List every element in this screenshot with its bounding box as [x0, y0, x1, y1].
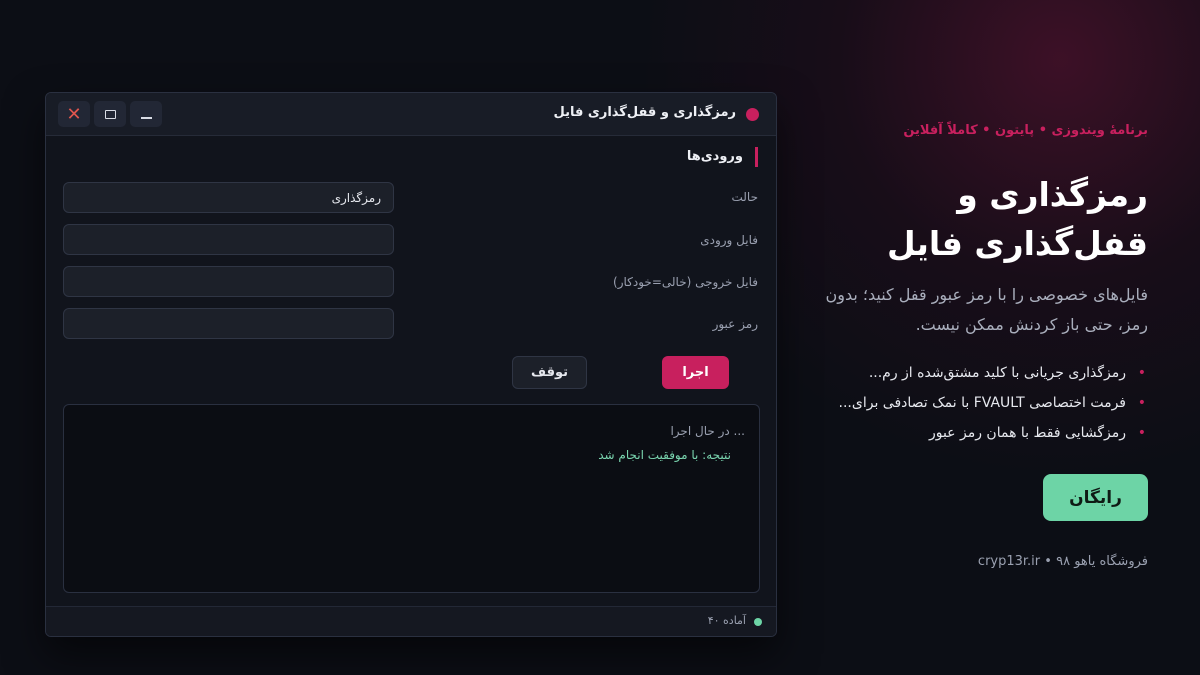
footer-credit: فروشگاه یاهو ۹۸ • cryp13r.ir	[977, 554, 1148, 569]
password-field[interactable]	[63, 308, 394, 339]
bullet-icon: •	[1137, 365, 1146, 381]
output-file-label: فایل خروجی (خالی=خودکار)	[613, 275, 758, 289]
feature-list: • رمزگذاری جریانی با کلید مشتق‌شده از رم…	[788, 358, 1148, 448]
promo-kicker: برنامهٔ ویندوزی • پایتون • کاملاً آفلاین	[903, 123, 1148, 138]
bullet-icon: •	[1137, 425, 1146, 441]
window-title: رمزگذاری و قفل‌گذاری فایل	[553, 105, 736, 120]
feature-text: رمزگشایی فقط با همان رمز عبور	[928, 425, 1126, 441]
minimize-icon	[140, 117, 152, 119]
stop-button[interactable]: توقف	[512, 356, 587, 389]
log-output[interactable]: ... در حال اجرا نتیجه: با موفقیت انجام ش…	[63, 404, 760, 593]
mode-field[interactable]	[63, 182, 394, 213]
status-dot-icon	[754, 618, 762, 626]
status-bar: آماده ۴۰	[46, 606, 776, 636]
log-line-running: ... در حال اجرا	[670, 424, 745, 438]
inputs-section-title: ورودی‌ها	[687, 147, 758, 167]
maximize-button[interactable]	[94, 101, 126, 127]
close-icon: ✕	[66, 103, 82, 125]
promo-headline: رمزگذاری و قفل‌گذاری فایل	[887, 175, 1148, 263]
minimize-button[interactable]	[130, 101, 162, 127]
feature-text: فرمت اختصاصی FVAULT با نمک تصادفی برای..…	[838, 395, 1126, 411]
app-dot-icon	[746, 108, 759, 121]
free-download-button[interactable]: رایگان	[1043, 474, 1148, 521]
bullet-icon: •	[1137, 395, 1146, 411]
maximize-icon	[104, 109, 116, 119]
input-file-field[interactable]	[63, 224, 394, 255]
feature-item: • رمزگشایی فقط با همان رمز عبور	[788, 418, 1148, 448]
password-label: رمز عبور	[712, 317, 758, 331]
log-line-result: نتیجه: با موفقیت انجام شد	[598, 448, 731, 462]
app-window: رمزگذاری و قفل‌گذاری فایل ✕ ورودی‌ها حال…	[45, 92, 777, 637]
feature-text: رمزگذاری جریانی با کلید مشتق‌شده از رم..…	[868, 365, 1126, 381]
feature-item: • رمزگذاری جریانی با کلید مشتق‌شده از رم…	[788, 358, 1148, 388]
title-bar[interactable]: رمزگذاری و قفل‌گذاری فایل ✕	[46, 93, 776, 136]
run-button[interactable]: اجرا	[662, 356, 729, 389]
close-button[interactable]: ✕	[58, 101, 90, 127]
output-file-field[interactable]	[63, 266, 394, 297]
promo-subtitle: فایل‌های خصوصی را با رمز عبور قفل کنید؛ …	[825, 285, 1148, 334]
status-text: آماده ۴۰	[707, 614, 746, 627]
input-file-label: فایل ورودی	[700, 233, 758, 247]
feature-item: • فرمت اختصاصی FVAULT با نمک تصادفی برای…	[788, 388, 1148, 418]
mode-label: حالت	[731, 190, 758, 204]
